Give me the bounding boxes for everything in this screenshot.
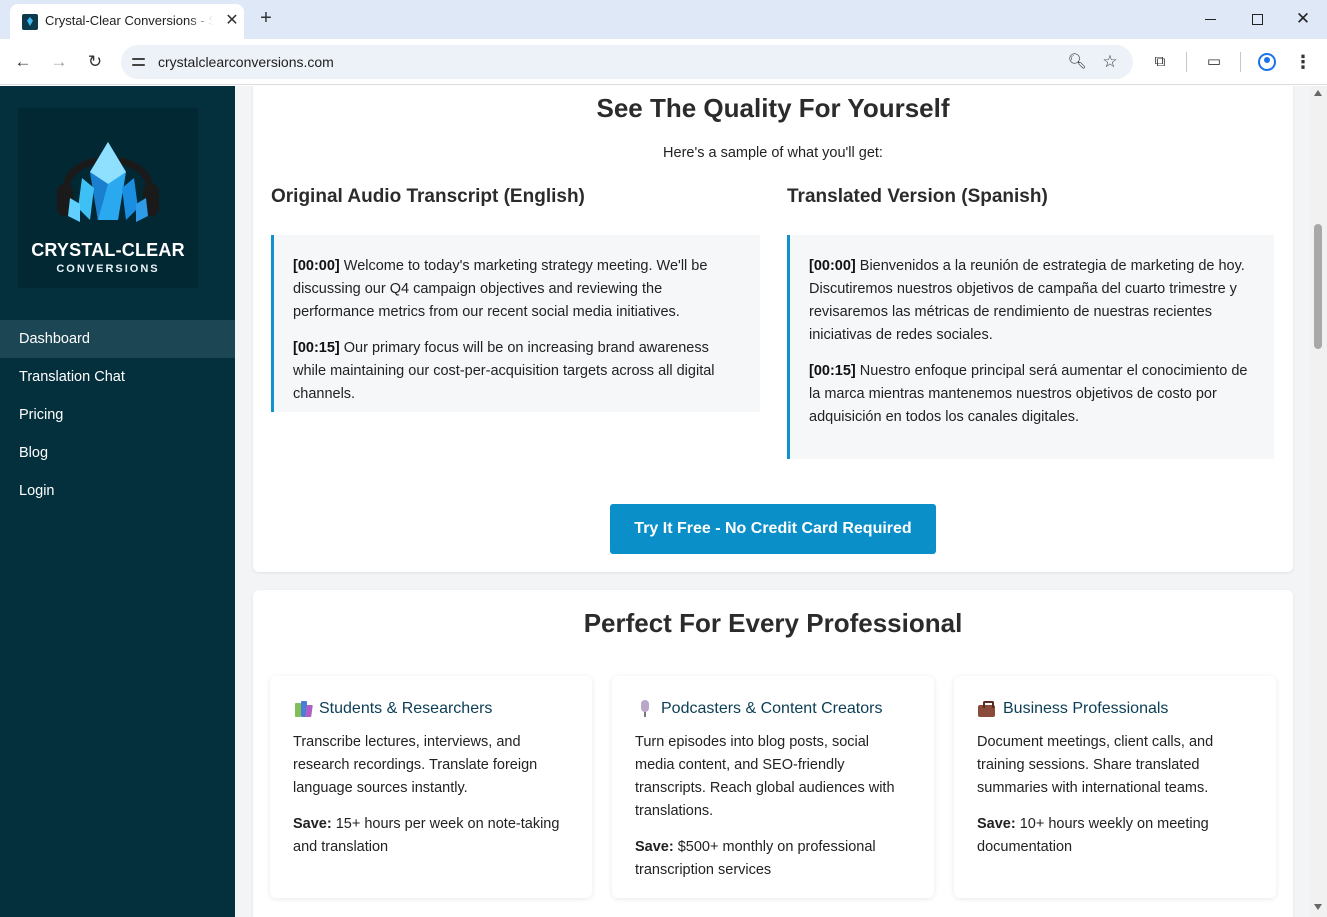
url-text[interactable]: crystalclearconversions.com <box>158 54 334 70</box>
menu-icon[interactable]: ⋮ <box>1291 50 1315 74</box>
professional-card-description: Transcribe lectures, interviews, and res… <box>293 734 538 796</box>
reload-icon[interactable]: ↻ <box>83 50 107 74</box>
professional-card-savings: Save: $500+ monthly on professional tran… <box>635 836 912 882</box>
sidebar-item-translation-chat[interactable]: Translation Chat <box>0 358 235 396</box>
briefcase-icon <box>977 699 997 719</box>
try-free-button[interactable]: Try It Free - No Credit Card Required <box>610 504 936 554</box>
zoom-icon[interactable]: 🔍︎ <box>1067 52 1087 72</box>
professional-card-description: Turn episodes into blog posts, social me… <box>635 734 895 819</box>
transcript-text: Bienvenidos a la reunión de estrategia d… <box>809 258 1245 343</box>
quality-heading: See The Quality For Yourself <box>596 93 950 123</box>
original-transcript-box: [00:00] Welcome to today's marketing str… <box>271 235 760 412</box>
main-content: See The Quality For Yourself Here's a sa… <box>235 86 1310 917</box>
new-tab-icon[interactable]: + <box>254 7 278 31</box>
quality-section: See The Quality For Yourself Here's a sa… <box>253 86 1293 572</box>
professional-card-title: Business Professionals <box>1003 700 1169 717</box>
professional-card-description: Document meetings, client calls, and tra… <box>977 734 1214 796</box>
professional-card-title: Podcasters & Content Creators <box>661 700 883 717</box>
window-close-icon[interactable]: ✕ <box>1292 8 1314 30</box>
sidebar-nav: Dashboard Translation Chat Pricing Blog … <box>0 320 235 510</box>
crystal-headphones-icon <box>57 142 159 222</box>
microphone-icon <box>635 699 655 719</box>
profile-icon[interactable] <box>1255 50 1279 74</box>
translated-version-box: [00:00] Bienvenidos a la reunión de estr… <box>787 235 1274 459</box>
quality-intro: Here's a sample of what you'll get: <box>663 145 883 161</box>
side-panel-icon[interactable]: ▭ <box>1202 50 1226 74</box>
timestamp: [00:15] <box>809 363 856 379</box>
logo-subtitle: CONVERSIONS <box>56 263 160 275</box>
favicon-icon <box>22 14 38 30</box>
transcript-text: Welcome to today's marketing strategy me… <box>293 258 708 320</box>
browser-tab-bar: Crystal-Clear Conversions - Stop ✕ + ✕ <box>0 0 1327 39</box>
forward-arrow-icon[interactable]: → <box>47 50 71 74</box>
toolbar-divider <box>1240 52 1241 72</box>
save-value: 15+ hours per week on note-taking and tr… <box>293 816 560 855</box>
maximize-icon[interactable] <box>1246 8 1268 30</box>
translated-version-title: Translated Version (Spanish) <box>787 186 1048 207</box>
timestamp: [00:00] <box>293 258 340 274</box>
transcript-entry: [00:15] Our primary focus will be on inc… <box>293 337 742 406</box>
professional-card-savings: Save: 10+ hours weekly on meeting docume… <box>977 813 1254 859</box>
sidebar-item-login[interactable]: Login <box>0 472 235 510</box>
save-label: Save: <box>977 816 1016 832</box>
timestamp: [00:00] <box>809 258 856 274</box>
star-icon[interactable]: ☆ <box>1100 52 1120 72</box>
professional-card-students: Students & Researchers Transcribe lectur… <box>270 676 592 898</box>
books-icon <box>293 699 313 719</box>
transcript-text: Nuestro enfoque principal será aumentar … <box>809 363 1248 425</box>
transcript-text: Our primary focus will be on increasing … <box>293 340 715 402</box>
scrollbar-thumb[interactable] <box>1314 224 1322 349</box>
save-label: Save: <box>635 839 674 855</box>
logo[interactable]: CRYSTAL-CLEAR CONVERSIONS <box>18 108 198 288</box>
address-bar[interactable]: crystalclearconversions.com 🔍︎ ☆ <box>121 45 1133 79</box>
logo-title: CRYSTAL-CLEAR <box>31 240 185 260</box>
site-info-icon[interactable] <box>130 53 148 71</box>
close-tab-icon[interactable]: ✕ <box>222 11 242 31</box>
professional-card-savings: Save: 15+ hours per week on note-taking … <box>293 813 570 859</box>
scroll-down-arrow-icon[interactable] <box>1314 904 1322 910</box>
transcript-entry: [00:00] Welcome to today's marketing str… <box>293 255 742 324</box>
transcript-entry: [00:15] Nuestro enfoque principal será a… <box>809 360 1256 429</box>
transcript-entry: [00:00] Bienvenidos a la reunión de estr… <box>809 255 1256 347</box>
tab-title: Crystal-Clear Conversions - Stop <box>45 13 213 28</box>
professional-card-business: Business Professionals Document meetings… <box>954 676 1276 898</box>
extensions-icon[interactable]: ⧉ <box>1148 50 1172 74</box>
page-scrollbar[interactable] <box>1310 86 1327 917</box>
save-label: Save: <box>293 816 332 832</box>
sidebar-item-blog[interactable]: Blog <box>0 434 235 472</box>
back-arrow-icon[interactable]: ← <box>11 50 35 74</box>
sidebar: CRYSTAL-CLEAR CONVERSIONS Dashboard Tran… <box>0 86 235 917</box>
scroll-up-arrow-icon[interactable] <box>1314 90 1322 96</box>
professional-card-podcasters: Podcasters & Content Creators Turn episo… <box>612 676 934 898</box>
professional-card-title: Students & Researchers <box>319 700 493 717</box>
sidebar-item-pricing[interactable]: Pricing <box>0 396 235 434</box>
timestamp: [00:15] <box>293 340 340 356</box>
minimize-icon[interactable] <box>1200 8 1222 30</box>
original-transcript-title: Original Audio Transcript (English) <box>271 186 585 207</box>
sidebar-item-dashboard[interactable]: Dashboard <box>0 320 235 358</box>
professionals-section: Perfect For Every Professional Students … <box>253 590 1293 917</box>
toolbar-divider <box>1186 52 1187 72</box>
professionals-heading: Perfect For Every Professional <box>583 608 963 638</box>
browser-tab[interactable]: Crystal-Clear Conversions - Stop ✕ <box>10 4 244 39</box>
browser-toolbar: ← → ↻ crystalclearconversions.com 🔍︎ ☆ ⧉… <box>0 39 1327 85</box>
